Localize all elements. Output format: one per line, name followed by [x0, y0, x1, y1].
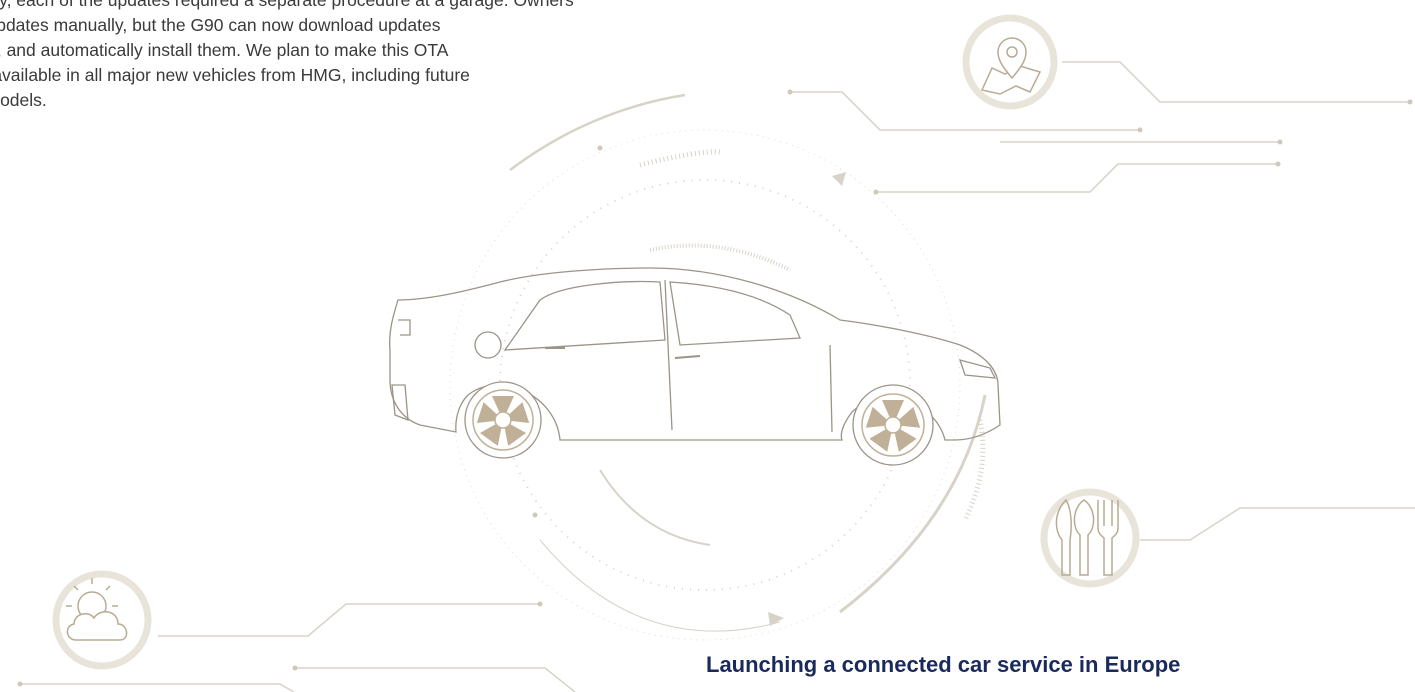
connector-line [295, 667, 576, 692]
tick-arc [639, 149, 721, 168]
node-dot [1275, 161, 1281, 167]
connector-line [876, 163, 1278, 193]
front-wheel [852, 384, 934, 466]
fuel-cap [474, 331, 502, 359]
headlight [959, 359, 997, 379]
node-dot [537, 601, 543, 607]
node-dot [873, 189, 879, 195]
rear-reflector [391, 384, 409, 421]
arc-line [539, 539, 781, 632]
connector-line [1062, 61, 1410, 103]
node-dot [1277, 139, 1283, 145]
sun-cloud-icon [52, 570, 152, 670]
tick-arc [649, 243, 791, 272]
rear-wheel [464, 381, 542, 459]
map-pin-icon [962, 14, 1058, 110]
node-dot [1137, 127, 1143, 133]
fork-spoon-knife-icon [1040, 488, 1140, 588]
connector-line [158, 603, 540, 637]
dotted-ring [449, 129, 961, 641]
arc-line [509, 93, 686, 172]
arc-line [599, 469, 711, 546]
node-dot [597, 145, 603, 151]
node-dot [17, 681, 23, 687]
node-dot [292, 665, 298, 671]
connector-line [790, 91, 1140, 131]
connector-line [20, 683, 295, 692]
car-window [503, 280, 666, 351]
arrow-icon [768, 612, 784, 626]
dotted-ring [499, 179, 911, 591]
section-heading: Launching a connected car service in Eur… [706, 652, 1181, 677]
arrow-icon [832, 172, 846, 186]
node-dot [532, 512, 538, 518]
taillight [398, 319, 411, 336]
connector-line [1140, 507, 1415, 541]
door-handle [545, 347, 701, 359]
node-dot [1407, 99, 1413, 105]
node-dot [787, 89, 793, 95]
connected-car-illustration [17, 14, 1415, 692]
